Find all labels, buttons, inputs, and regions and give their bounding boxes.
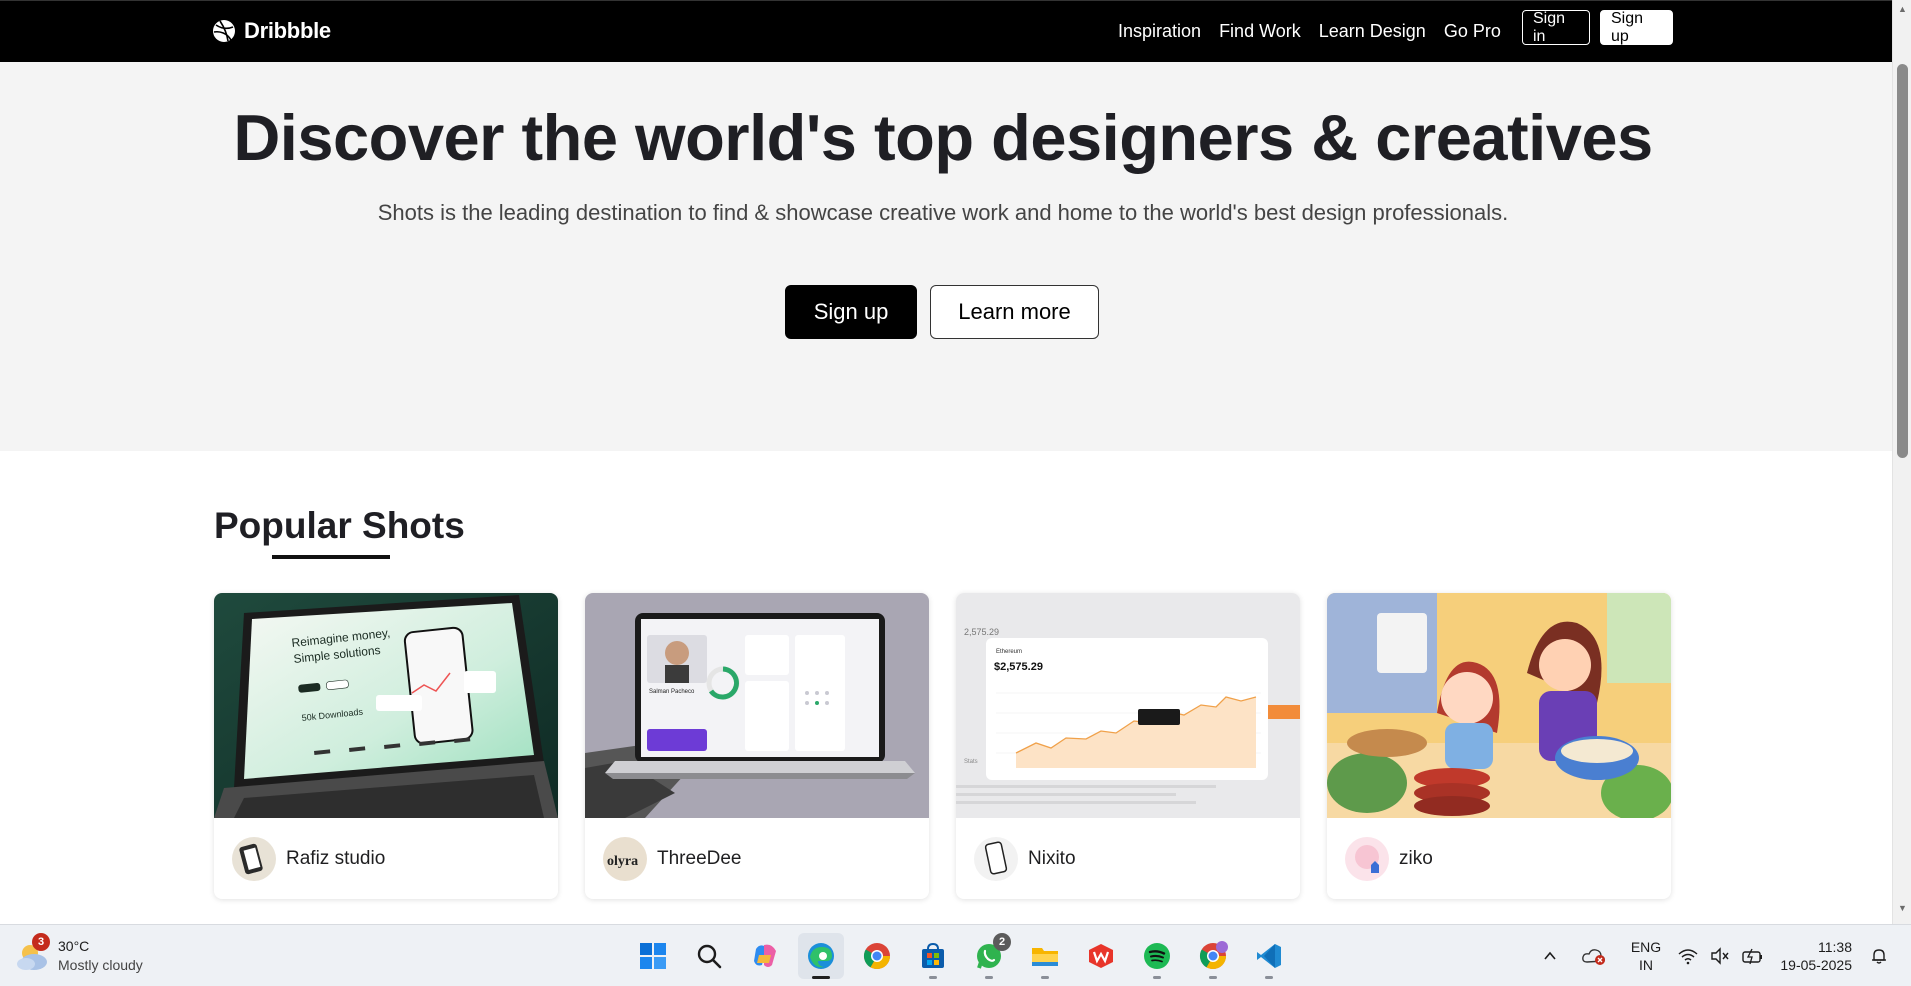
clock-date: 19-05-2025 bbox=[1780, 957, 1852, 973]
nav-learn-design[interactable]: Learn Design bbox=[1319, 21, 1426, 42]
running-indicator bbox=[1153, 976, 1161, 979]
edge-icon[interactable] bbox=[798, 933, 844, 979]
threedee-profile-name: Salman Pacheco bbox=[649, 689, 695, 695]
scroll-up-icon[interactable]: ▲ bbox=[1897, 4, 1908, 15]
section-underline bbox=[272, 555, 390, 559]
chrome-icon[interactable] bbox=[854, 933, 900, 979]
notification-bell-icon[interactable] bbox=[1870, 925, 1888, 986]
hero-buttons: Sign up Learn more bbox=[785, 285, 1099, 339]
search-icon[interactable] bbox=[686, 933, 732, 979]
avatar[interactable] bbox=[1345, 836, 1389, 881]
avatar[interactable] bbox=[974, 836, 1018, 881]
hero-subtitle: Shots is the leading destination to find… bbox=[377, 200, 1509, 225]
weather-condition: Mostly cloudy bbox=[58, 957, 143, 973]
running-indicator bbox=[1209, 976, 1217, 979]
windows-taskbar: 3 30°C Mostly cloudy 2 ENG IN 11:38 19-0… bbox=[0, 924, 1911, 986]
logo-text: Dribbble bbox=[244, 18, 331, 43]
clock[interactable]: 11:38 19-05-2025 bbox=[1776, 925, 1852, 986]
nixito-price: $2,575.29 bbox=[994, 661, 1043, 673]
whatsapp-icon[interactable]: 2 bbox=[966, 933, 1012, 979]
avatar[interactable]: olyra bbox=[603, 836, 647, 881]
dribbble-logo[interactable]: Dribbble bbox=[212, 18, 331, 44]
nav-find-work[interactable]: Find Work bbox=[1219, 21, 1301, 42]
dribbble-ball-icon bbox=[213, 20, 235, 42]
threedee-avatar-text: olyra bbox=[607, 854, 638, 869]
shot-card[interactable]: Salman Pacheco olyra ThreeDee bbox=[585, 593, 929, 899]
file-explorer-icon[interactable] bbox=[1022, 933, 1068, 979]
shot-card[interactable]: ziko bbox=[1327, 593, 1671, 899]
weather-badge: 3 bbox=[32, 933, 50, 951]
language-line-2: IN bbox=[1639, 957, 1653, 973]
wifi-icon bbox=[1678, 949, 1698, 965]
shot-card[interactable]: 2,575.29 Ethereum $2,575.29 Stats Nixito bbox=[956, 593, 1300, 899]
hero-learn-more-button[interactable]: Learn more bbox=[930, 285, 1099, 339]
hero-title: Discover the world's top designers & cre… bbox=[233, 101, 1653, 174]
wps-office-icon[interactable] bbox=[1078, 933, 1124, 979]
hero-sign-up-button[interactable]: Sign up bbox=[785, 285, 917, 339]
shots-grid: Reimagine money, Simple solutions 50k Do… bbox=[214, 593, 1671, 899]
running-indicator bbox=[985, 976, 993, 979]
sign-in-button[interactable]: Sign in bbox=[1522, 10, 1590, 45]
weather-temp: 30°C bbox=[58, 938, 90, 954]
scroll-down-icon[interactable]: ▼ bbox=[1897, 903, 1908, 914]
dashboard-laptop-image[interactable]: Salman Pacheco bbox=[585, 593, 929, 818]
nixito-bg-price: 2,575.29 bbox=[964, 627, 999, 637]
volume-muted-icon bbox=[1711, 947, 1729, 965]
top-navbar: Dribbble Inspiration Find Work Learn Des… bbox=[0, 0, 1892, 62]
whatsapp-badge: 2 bbox=[993, 933, 1011, 951]
scrollbar-thumb[interactable] bbox=[1897, 64, 1908, 458]
running-indicator bbox=[1265, 976, 1273, 979]
shot-footer: Rafiz studio bbox=[214, 818, 558, 899]
running-indicator bbox=[929, 976, 937, 979]
language-indicator[interactable]: ENG IN bbox=[1626, 925, 1666, 986]
quick-settings[interactable] bbox=[1678, 925, 1764, 986]
avatar[interactable] bbox=[232, 836, 276, 881]
shot-author[interactable]: ThreeDee bbox=[657, 848, 742, 870]
onedrive-error-icon[interactable] bbox=[1582, 925, 1606, 986]
page-scrollbar[interactable]: ▲ ▼ bbox=[1892, 0, 1911, 924]
shot-card[interactable]: Reimagine money, Simple solutions 50k Do… bbox=[214, 593, 558, 899]
nav-links: Inspiration Find Work Learn Design Go Pr… bbox=[1118, 21, 1501, 42]
browser-viewport: Dribbble Inspiration Find Work Learn Des… bbox=[0, 0, 1892, 924]
taskbar-apps: 2 bbox=[630, 933, 1292, 979]
popular-shots-title: Popular Shots bbox=[214, 505, 465, 546]
clock-time: 11:38 bbox=[1818, 939, 1852, 955]
shot-footer: olyra ThreeDee bbox=[585, 818, 929, 899]
sign-up-nav-button[interactable]: Sign up bbox=[1600, 10, 1673, 45]
nixito-asset: Ethereum bbox=[996, 649, 1022, 655]
svg-text:Stats: Stats bbox=[964, 759, 978, 765]
active-indicator bbox=[812, 976, 830, 979]
windows-start-icon[interactable] bbox=[630, 933, 676, 979]
chevron-up-icon bbox=[1544, 951, 1556, 960]
shot-author[interactable]: Rafiz studio bbox=[286, 848, 385, 870]
chrome-profile-icon[interactable] bbox=[1190, 933, 1236, 979]
running-indicator bbox=[1041, 976, 1049, 979]
battery-charging-icon bbox=[1742, 948, 1762, 965]
copilot-icon[interactable] bbox=[742, 933, 788, 979]
hero-section: Discover the world's top designers & cre… bbox=[0, 62, 1892, 451]
shot-footer: ziko bbox=[1327, 818, 1671, 899]
fintech-laptop-image[interactable]: Reimagine money, Simple solutions 50k Do… bbox=[214, 593, 558, 818]
language-line-1: ENG bbox=[1630, 939, 1662, 955]
cloudy-weather-icon: 3 bbox=[14, 933, 50, 973]
crypto-chart-image[interactable]: 2,575.29 Ethereum $2,575.29 Stats bbox=[956, 593, 1300, 818]
shot-author[interactable]: Nixito bbox=[1028, 848, 1076, 870]
shot-author[interactable]: ziko bbox=[1399, 848, 1433, 870]
microsoft-store-icon[interactable] bbox=[910, 933, 956, 979]
nav-go-pro[interactable]: Go Pro bbox=[1444, 21, 1501, 42]
nav-inspiration[interactable]: Inspiration bbox=[1118, 21, 1201, 42]
vscode-icon[interactable] bbox=[1246, 933, 1292, 979]
spotify-icon[interactable] bbox=[1134, 933, 1180, 979]
show-hidden-icons-button[interactable] bbox=[1542, 925, 1558, 986]
weather-widget[interactable]: 3 30°C Mostly cloudy bbox=[14, 933, 143, 975]
cooking-illustration-image[interactable] bbox=[1327, 593, 1671, 818]
shot-footer: Nixito bbox=[956, 818, 1300, 899]
